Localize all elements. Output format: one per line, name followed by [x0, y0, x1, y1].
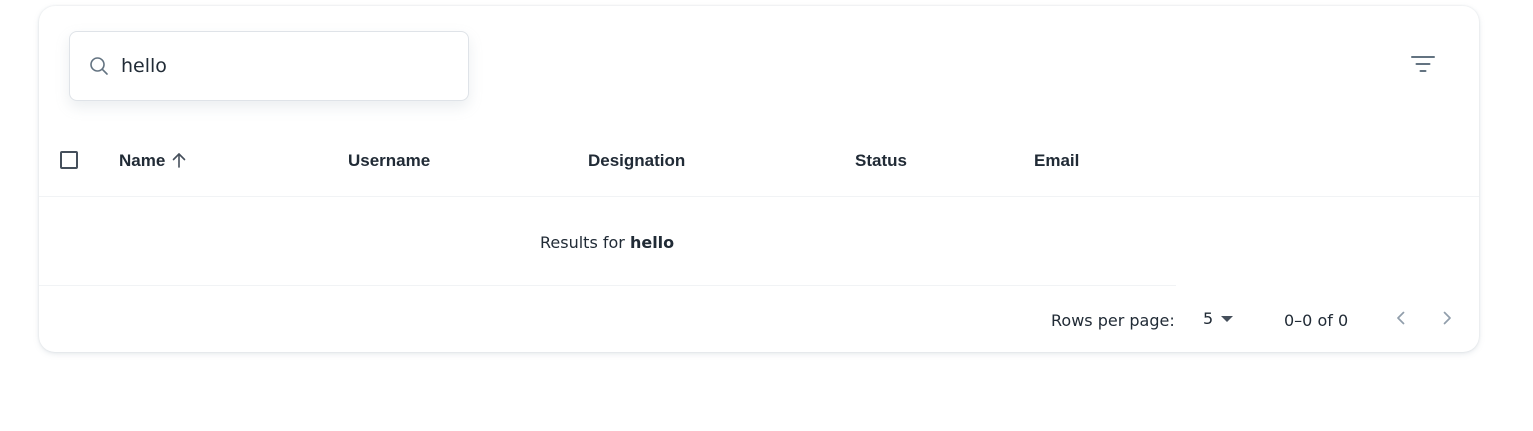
column-header-label: Status	[855, 151, 907, 170]
search-box[interactable]	[69, 31, 469, 101]
filter-button[interactable]	[1409, 53, 1437, 79]
table-header: Name Username Designation Status Email	[39, 129, 1479, 197]
empty-results-query: hello	[629, 233, 675, 252]
select-all-checkbox[interactable]	[60, 151, 78, 169]
column-header-username[interactable]: Username	[348, 151, 430, 171]
column-header-label: Username	[348, 151, 431, 170]
pagination-range: 0–0 of 0	[1284, 311, 1349, 330]
chevron-right-icon	[1441, 310, 1453, 331]
column-header-name[interactable]: Name	[119, 151, 186, 173]
empty-results-message: Results for hello	[540, 233, 674, 252]
chevron-left-icon	[1395, 310, 1407, 331]
column-header-label: Email	[1034, 151, 1080, 170]
previous-page-button[interactable]	[1389, 308, 1413, 332]
caret-down-icon	[1221, 315, 1234, 322]
table-pagination: Rows per page: 5 0–0 of 0	[39, 286, 1479, 352]
users-table-card: Name Username Designation Status Email R…	[39, 6, 1479, 352]
arrow-up-icon	[172, 152, 186, 173]
next-page-button[interactable]	[1435, 308, 1459, 332]
filter-list-icon	[1410, 54, 1436, 79]
column-header-label: Designation	[588, 151, 686, 170]
rows-per-page-label: Rows per page:	[1051, 311, 1175, 330]
search-icon	[89, 56, 109, 76]
column-header-label: Name	[119, 151, 166, 170]
column-header-email[interactable]: Email	[1034, 151, 1079, 171]
empty-results-prefix: Results for	[540, 233, 630, 252]
rows-per-page-select[interactable]: 5	[1203, 309, 1234, 328]
rows-per-page-value: 5	[1203, 309, 1214, 328]
column-header-status[interactable]: Status	[855, 151, 907, 171]
column-header-designation[interactable]: Designation	[588, 151, 685, 171]
search-input[interactable]	[121, 55, 441, 77]
empty-results-row: Results for hello	[39, 197, 1176, 286]
